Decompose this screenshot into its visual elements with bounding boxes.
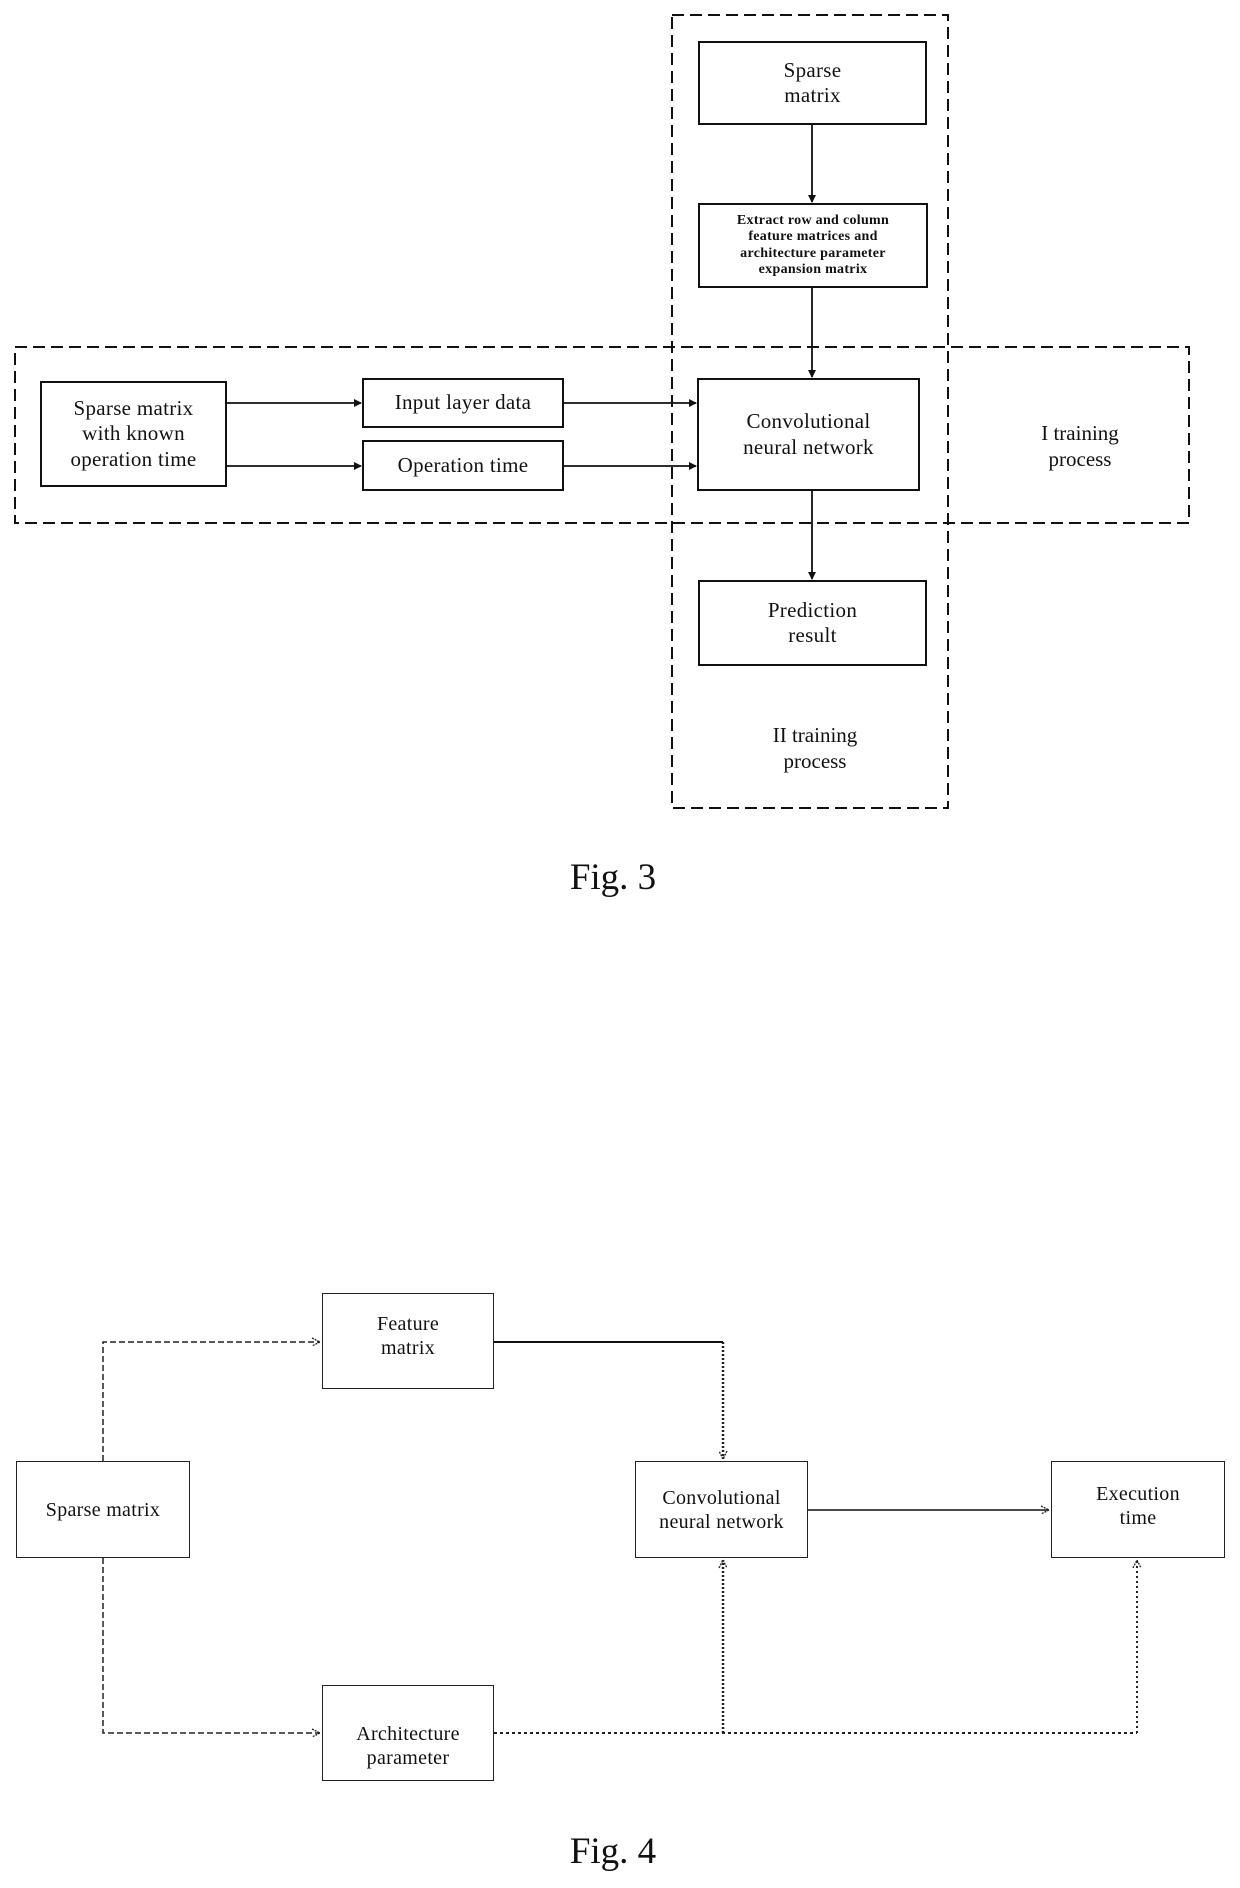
node-sparse-matrix: Sparse matrix [698,41,927,125]
node-feature-matrix: Feature matrix [322,1293,494,1389]
node-sparse-known-time: Sparse matrix with known operation time [40,381,227,487]
edge-sparse-to-feature [102,1342,320,1461]
node-text: time [1119,1507,1157,1529]
node-text: with known [82,421,185,446]
node-text: feature matrices and [748,229,878,245]
node-cnn-fig4: Convolutional neural network [635,1461,808,1558]
node-text: result [788,623,837,647]
node-cnn: Convolutional neural network [697,378,920,491]
figure-3-caption: Fig. 3 [569,857,657,898]
diagram-connectors [14,14,1190,1888]
node-text: Sparse [783,57,842,82]
node-text: Architecture [356,1723,460,1745]
node-architecture-parameter: Architecture parameter [322,1685,494,1781]
region-label-training-1: I training process [1000,420,1160,473]
node-execution-time: Execution time [1051,1461,1225,1558]
edge-sparse-to-architecture [102,1558,320,1733]
node-text: parameter [366,1747,450,1769]
region-text: process [783,749,847,774]
region-text: process [1048,447,1112,472]
node-text: expansion matrix [758,261,868,277]
node-text: Sparse matrix [45,1498,161,1521]
node-input-layer-data: Input layer data [362,378,564,428]
node-text: matrix [380,1337,435,1359]
figure-4-caption: Fig. 4 [569,1831,657,1872]
node-text: Input layer data [394,390,532,415]
node-text: Sparse matrix [73,396,194,421]
node-text: Operation time [397,452,529,477]
node-text: Convolutional [662,1486,781,1509]
node-extract-features: Extract row and column feature matrices … [698,203,928,288]
node-text: Prediction [767,597,858,622]
node-text: Feature [376,1313,440,1335]
node-text: architecture parameter [740,245,886,261]
node-text: Execution [1096,1483,1180,1505]
node-text: neural network [743,434,874,459]
region-text: II training [772,723,858,747]
node-sparse-matrix-fig4: Sparse matrix [16,1461,190,1558]
node-text: matrix [784,83,841,107]
node-operation-time: Operation time [362,440,564,491]
node-prediction-result: Prediction result [698,580,927,666]
node-text: Convolutional [746,409,871,434]
region-text: I training [1041,421,1119,445]
region-label-training-2: II training process [735,722,895,775]
node-text: neural network [659,1510,784,1533]
node-text: Extract row and column [736,213,890,229]
node-text: operation time [70,446,197,471]
